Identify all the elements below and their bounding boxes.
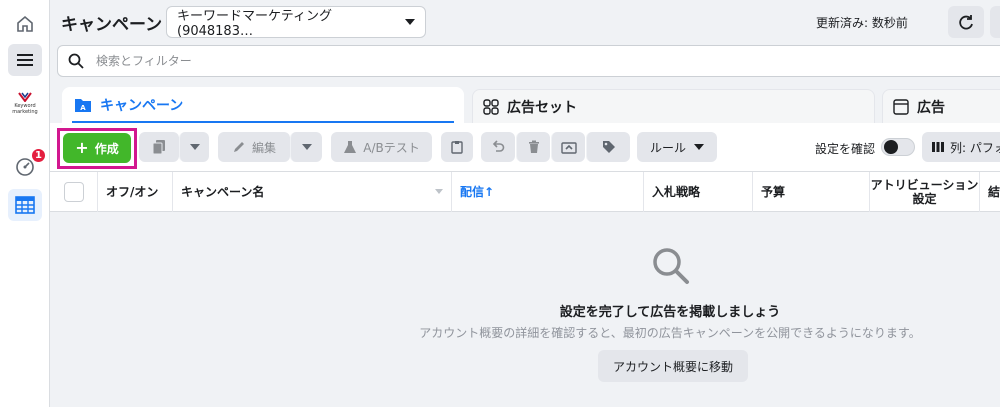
delete-button[interactable]	[516, 132, 550, 162]
columns-label: 列: パフォ	[950, 140, 1000, 155]
column-header-budget[interactable]: 予算	[753, 172, 870, 212]
search-bar[interactable]	[57, 45, 1000, 77]
clipboard-icon	[451, 141, 463, 154]
rules-dropdown[interactable]: ルール	[637, 132, 717, 162]
notification-badge: 1	[30, 147, 47, 164]
chevron-down-icon	[694, 144, 704, 150]
pencil-icon	[233, 142, 244, 152]
campaigns-table-icon[interactable]	[8, 189, 42, 221]
rules-label: ルール	[649, 140, 686, 155]
column-header-results[interactable]: 結	[980, 172, 1000, 212]
tab-ads[interactable]: 広告	[882, 89, 1000, 123]
tab-campaigns[interactable]: A キャンペーン	[62, 87, 464, 123]
account-logo: Keyword marketing	[7, 92, 43, 115]
home-icon[interactable]	[8, 8, 42, 40]
column-header-onoff[interactable]: オフ/オン	[98, 172, 173, 212]
duplicate-button[interactable]	[139, 132, 179, 162]
column-header-delivery[interactable]: 配信↑	[452, 172, 644, 212]
tag-icon	[602, 141, 615, 153]
tab-adsets[interactable]: 広告セット	[472, 89, 875, 123]
empty-state-subtitle: アカウント概要の詳細を確認すると、最初の広告キャンペーンを公開できるようになりま…	[419, 326, 921, 340]
column-header-attribution[interactable]: アトリビューション設定	[870, 172, 980, 212]
duplicate-dropdown[interactable]	[179, 132, 209, 162]
undo-icon	[492, 140, 505, 152]
logo-text-2: marketing	[12, 109, 38, 115]
create-button[interactable]: + 作成	[63, 133, 131, 163]
select-all-checkbox[interactable]	[63, 182, 84, 202]
chevron-down-icon	[301, 144, 312, 150]
chevron-down-icon	[189, 144, 200, 150]
ab-test-button[interactable]: A/Bテスト	[331, 132, 432, 162]
edit-label: 編集	[251, 140, 276, 155]
toggle-knob	[884, 140, 898, 154]
ad-window-icon	[893, 98, 909, 115]
undo-button[interactable]	[481, 132, 515, 162]
column-header-campaign-name-label: キャンペーン名	[181, 185, 265, 199]
table-header: オフ/オン キャンペーン名 配信↑ 入札戦略 予算 アトリビューション設定 結	[50, 171, 1000, 212]
tab-adsets-label: 広告セット	[507, 99, 577, 116]
tab-ads-label: 広告	[917, 99, 945, 116]
page-title: キャンペーン	[61, 15, 163, 35]
columns-icon	[932, 142, 944, 152]
create-label: 作成	[94, 141, 119, 156]
sort-caret-icon	[435, 189, 443, 194]
trash-icon	[528, 140, 539, 153]
edit-button[interactable]: 編集	[218, 132, 290, 162]
columns-button[interactable]: 列: パフォ	[922, 132, 1000, 162]
tab-campaigns-label: キャンペーン	[100, 98, 184, 114]
ab-test-label: A/Bテスト	[363, 140, 420, 155]
left-rail: Keyword marketing 1	[0, 0, 50, 407]
clipboard-button[interactable]	[441, 132, 473, 162]
empty-state-title: 設定を完了して広告を掲載しましょう	[559, 305, 781, 320]
folder-icon: A	[75, 99, 91, 112]
edit-dropdown[interactable]	[290, 132, 322, 162]
column-header-campaign-name[interactable]: キャンペーン名	[173, 172, 452, 212]
magnifier-icon	[653, 248, 689, 284]
refresh-icon	[959, 15, 973, 30]
chevron-down-icon	[405, 19, 415, 25]
select-all-cell	[50, 172, 98, 212]
search-icon	[68, 53, 84, 69]
account-select[interactable]: キーワードマーケティング (9048183…	[166, 6, 426, 39]
grid-icon	[483, 98, 499, 115]
duplicate-icon	[152, 140, 165, 155]
menu-icon[interactable]	[8, 44, 42, 76]
export-icon	[560, 142, 577, 154]
verify-settings-label: 設定を確認	[815, 142, 876, 156]
svg-text:A: A	[80, 104, 86, 112]
last-updated-text: 更新済み: 数秒前	[816, 16, 908, 30]
account-select-value: キーワードマーケティング (9048183…	[177, 9, 332, 39]
ads-manager: Keyword marketing 1 キャンペーン キーワードマーケティング …	[0, 0, 1000, 407]
search-input[interactable]	[96, 54, 596, 68]
overflow-button[interactable]	[990, 6, 1000, 38]
go-to-account-overview-button[interactable]: アカウント概要に移動	[598, 350, 748, 382]
verify-settings-toggle[interactable]	[881, 138, 915, 156]
refresh-button[interactable]	[948, 6, 984, 38]
column-header-bid-strategy[interactable]: 入札戦略	[644, 172, 753, 212]
tag-button[interactable]	[586, 132, 630, 162]
export-button[interactable]	[551, 132, 585, 162]
flask-icon	[344, 141, 357, 153]
plus-icon: +	[75, 138, 89, 157]
